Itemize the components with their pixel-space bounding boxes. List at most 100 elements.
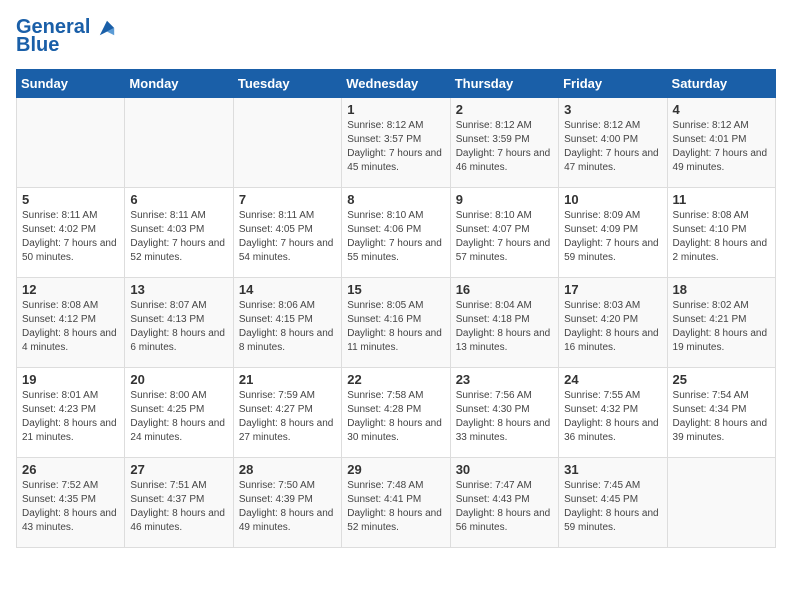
calendar-week-row: 12 Sunrise: 8:08 AM Sunset: 4:12 PM Dayli… [17,278,776,368]
day-info: Sunrise: 7:59 AM Sunset: 4:27 PM Dayligh… [239,389,336,445]
day-info: Sunrise: 8:03 AM Sunset: 4:20 PM Dayligh… [564,299,661,355]
day-number: 23 [456,372,553,387]
day-info: Sunrise: 8:12 AM Sunset: 3:59 PM Dayligh… [456,119,553,175]
calendar-cell: 22 Sunrise: 7:58 AM Sunset: 4:28 PM Dayli… [342,368,450,458]
day-info: Sunrise: 7:50 AM Sunset: 4:39 PM Dayligh… [239,479,336,535]
logo-icon [98,19,116,37]
day-number: 2 [456,102,553,117]
day-number: 24 [564,372,661,387]
day-info: Sunrise: 7:45 AM Sunset: 4:45 PM Dayligh… [564,479,661,535]
day-info: Sunrise: 8:11 AM Sunset: 4:02 PM Dayligh… [22,209,119,265]
day-info: Sunrise: 7:58 AM Sunset: 4:28 PM Dayligh… [347,389,444,445]
day-info: Sunrise: 8:11 AM Sunset: 4:03 PM Dayligh… [130,209,227,265]
day-number: 17 [564,282,661,297]
day-info: Sunrise: 8:08 AM Sunset: 4:12 PM Dayligh… [22,299,119,355]
day-info: Sunrise: 8:12 AM Sunset: 4:01 PM Dayligh… [673,119,770,175]
day-info: Sunrise: 7:47 AM Sunset: 4:43 PM Dayligh… [456,479,553,535]
day-number: 11 [673,192,770,207]
day-number: 1 [347,102,444,117]
weekday-header-wednesday: Wednesday [342,70,450,98]
calendar-cell: 16Sunrise: 8:04 AM Sunset: 4:18 PM Dayli… [450,278,558,368]
day-info: Sunrise: 8:12 AM Sunset: 3:57 PM Dayligh… [347,119,444,175]
day-number: 27 [130,462,227,477]
weekday-header-thursday: Thursday [450,70,558,98]
calendar-cell: 21 Sunrise: 7:59 AM Sunset: 4:27 PM Dayli… [233,368,341,458]
calendar-week-row: 19Sunrise: 8:01 AM Sunset: 4:23 PM Dayli… [17,368,776,458]
calendar-cell: 19Sunrise: 8:01 AM Sunset: 4:23 PM Dayli… [17,368,125,458]
calendar-cell [667,458,775,548]
calendar-cell: 4 Sunrise: 8:12 AM Sunset: 4:01 PM Daylig… [667,98,775,188]
day-number: 25 [673,372,770,387]
day-info: Sunrise: 7:52 AM Sunset: 4:35 PM Dayligh… [22,479,119,535]
calendar-cell: 3Sunrise: 8:12 AM Sunset: 4:00 PM Daylig… [559,98,667,188]
day-info: Sunrise: 7:54 AM Sunset: 4:34 PM Dayligh… [673,389,770,445]
calendar-week-row: 1 Sunrise: 8:12 AM Sunset: 3:57 PM Daylig… [17,98,776,188]
calendar-cell: 18 Sunrise: 8:02 AM Sunset: 4:21 PM Dayli… [667,278,775,368]
calendar-cell: 12 Sunrise: 8:08 AM Sunset: 4:12 PM Dayli… [17,278,125,368]
calendar-cell: 30 Sunrise: 7:47 AM Sunset: 4:43 PM Dayli… [450,458,558,548]
day-info: Sunrise: 7:56 AM Sunset: 4:30 PM Dayligh… [456,389,553,445]
calendar-cell: 1 Sunrise: 8:12 AM Sunset: 3:57 PM Daylig… [342,98,450,188]
calendar-cell: 29 Sunrise: 7:48 AM Sunset: 4:41 PM Dayli… [342,458,450,548]
logo: General Blue [16,16,116,57]
weekday-header-tuesday: Tuesday [233,70,341,98]
day-number: 9 [456,192,553,207]
calendar-cell: 28 Sunrise: 7:50 AM Sunset: 4:39 PM Dayli… [233,458,341,548]
weekday-header-row: SundayMondayTuesdayWednesdayThursdayFrid… [17,70,776,98]
day-number: 10 [564,192,661,207]
day-info: Sunrise: 8:10 AM Sunset: 4:07 PM Dayligh… [456,209,553,265]
day-number: 13 [130,282,227,297]
day-info: Sunrise: 8:00 AM Sunset: 4:25 PM Dayligh… [130,389,227,445]
day-info: Sunrise: 7:51 AM Sunset: 4:37 PM Dayligh… [130,479,227,535]
calendar-cell: 31 Sunrise: 7:45 AM Sunset: 4:45 PM Dayli… [559,458,667,548]
calendar-cell: 23 Sunrise: 7:56 AM Sunset: 4:30 PM Dayli… [450,368,558,458]
calendar-cell: 24 Sunrise: 7:55 AM Sunset: 4:32 PM Dayli… [559,368,667,458]
day-info: Sunrise: 7:48 AM Sunset: 4:41 PM Dayligh… [347,479,444,535]
calendar-week-row: 5 Sunrise: 8:11 AM Sunset: 4:02 PM Daylig… [17,188,776,278]
day-number: 12 [22,282,119,297]
calendar-cell: 11Sunrise: 8:08 AM Sunset: 4:10 PM Dayli… [667,188,775,278]
calendar-cell: 27 Sunrise: 7:51 AM Sunset: 4:37 PM Dayli… [125,458,233,548]
day-number: 20 [130,372,227,387]
day-number: 30 [456,462,553,477]
day-number: 6 [130,192,227,207]
day-info: Sunrise: 8:10 AM Sunset: 4:06 PM Dayligh… [347,209,444,265]
calendar-cell: 25 Sunrise: 7:54 AM Sunset: 4:34 PM Dayli… [667,368,775,458]
day-number: 7 [239,192,336,207]
calendar-cell: 15Sunrise: 8:05 AM Sunset: 4:16 PM Dayli… [342,278,450,368]
calendar-cell [233,98,341,188]
calendar-cell: 9 Sunrise: 8:10 AM Sunset: 4:07 PM Daylig… [450,188,558,278]
day-info: Sunrise: 8:05 AM Sunset: 4:16 PM Dayligh… [347,299,444,355]
day-number: 31 [564,462,661,477]
day-info: Sunrise: 8:01 AM Sunset: 4:23 PM Dayligh… [22,389,119,445]
day-number: 8 [347,192,444,207]
weekday-header-sunday: Sunday [17,70,125,98]
day-info: Sunrise: 8:07 AM Sunset: 4:13 PM Dayligh… [130,299,227,355]
day-number: 22 [347,372,444,387]
day-number: 29 [347,462,444,477]
day-number: 14 [239,282,336,297]
calendar-cell: 14 Sunrise: 8:06 AM Sunset: 4:15 PM Dayli… [233,278,341,368]
day-number: 28 [239,462,336,477]
day-info: Sunrise: 7:55 AM Sunset: 4:32 PM Dayligh… [564,389,661,445]
calendar-cell: 26Sunrise: 7:52 AM Sunset: 4:35 PM Dayli… [17,458,125,548]
calendar-cell: 6 Sunrise: 8:11 AM Sunset: 4:03 PM Daylig… [125,188,233,278]
calendar-cell: 7 Sunrise: 8:11 AM Sunset: 4:05 PM Daylig… [233,188,341,278]
day-info: Sunrise: 8:09 AM Sunset: 4:09 PM Dayligh… [564,209,661,265]
day-info: Sunrise: 8:11 AM Sunset: 4:05 PM Dayligh… [239,209,336,265]
day-info: Sunrise: 8:04 AM Sunset: 4:18 PM Dayligh… [456,299,553,355]
day-info: Sunrise: 8:02 AM Sunset: 4:21 PM Dayligh… [673,299,770,355]
day-info: Sunrise: 8:12 AM Sunset: 4:00 PM Dayligh… [564,119,661,175]
day-number: 4 [673,102,770,117]
calendar-cell: 13 Sunrise: 8:07 AM Sunset: 4:13 PM Dayli… [125,278,233,368]
day-info: Sunrise: 8:06 AM Sunset: 4:15 PM Dayligh… [239,299,336,355]
calendar-week-row: 26Sunrise: 7:52 AM Sunset: 4:35 PM Dayli… [17,458,776,548]
calendar-cell: 5 Sunrise: 8:11 AM Sunset: 4:02 PM Daylig… [17,188,125,278]
day-number: 21 [239,372,336,387]
calendar-cell: 10 Sunrise: 8:09 AM Sunset: 4:09 PM Dayli… [559,188,667,278]
day-number: 18 [673,282,770,297]
day-number: 5 [22,192,119,207]
calendar-cell: 2 Sunrise: 8:12 AM Sunset: 3:59 PM Daylig… [450,98,558,188]
weekday-header-saturday: Saturday [667,70,775,98]
calendar-cell: 8 Sunrise: 8:10 AM Sunset: 4:06 PM Daylig… [342,188,450,278]
